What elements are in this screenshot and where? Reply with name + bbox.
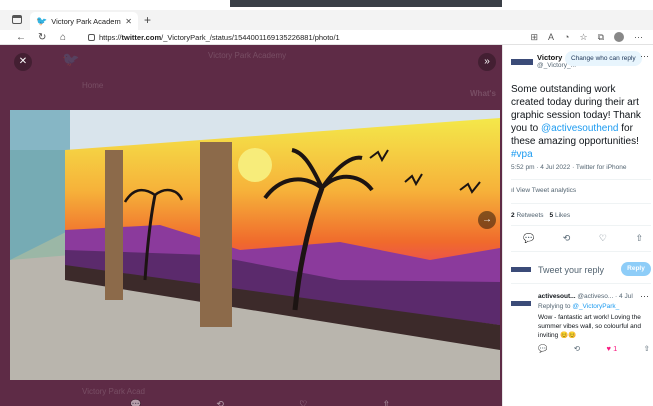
divider xyxy=(511,251,651,252)
collections-icon[interactable]: ⧉ xyxy=(598,30,604,45)
url-text[interactable]: https://twitter.com/_VictoryPark_/status… xyxy=(99,33,340,42)
background-side-heading: What's xyxy=(470,89,496,98)
divider xyxy=(511,179,651,180)
lock-icon[interactable] xyxy=(88,34,95,41)
navigation-bar: ← ↻ ⌂ https://twitter.com/_VictoryPark_/… xyxy=(0,30,653,45)
extensions-icon[interactable]: ◔ xyxy=(564,30,569,45)
background-footer-name: Victory Park Acad xyxy=(82,387,145,396)
likes-stat[interactable]: 5 Likes xyxy=(550,212,571,219)
reply-author-name[interactable]: activesout... xyxy=(538,293,576,300)
divider xyxy=(511,225,651,226)
menu-more-icon[interactable]: ⋯ xyxy=(634,30,643,45)
reply-input[interactable]: Tweet your reply xyxy=(538,265,604,275)
reply-actions: 💬 ⟲ ♥ 1 ⇧ xyxy=(538,344,650,353)
replying-handle-link[interactable]: @_VictoryPark_ xyxy=(572,303,619,310)
heart-filled-icon: ♥ xyxy=(606,344,611,353)
read-aloud-icon[interactable]: A xyxy=(548,30,554,45)
share-icon[interactable]: ⇧ xyxy=(635,233,643,244)
media-viewer: 🐦 Home Victory Park Academy What's Victo… xyxy=(0,45,502,406)
heart-icon[interactable]: ♡ xyxy=(599,233,607,244)
reply-header: activesout... @activeso... · 4 Jul xyxy=(538,293,633,300)
own-avatar xyxy=(511,267,531,272)
reply-retweet-icon[interactable]: ⟲ xyxy=(574,344,580,353)
close-viewer-button[interactable]: ✕ xyxy=(14,53,32,71)
chevrons-right-icon: » xyxy=(484,56,490,67)
next-photo-button[interactable]: → xyxy=(478,211,496,229)
tweet-panel: Victory @_Victory_... Change who can rep… xyxy=(502,45,653,406)
hashtag-link[interactable]: #vpa xyxy=(511,149,533,160)
divider xyxy=(511,203,651,204)
home-icon[interactable]: ⌂ xyxy=(60,30,66,45)
window-frame xyxy=(230,0,502,7)
who-can-reply-tooltip[interactable]: Change who can reply xyxy=(565,51,642,66)
view-analytics-link[interactable]: ıl View Tweet analytics xyxy=(511,187,576,194)
page: 🐦 Victory Park Academy (@_Vict ✕ + ← ↻ ⌂… xyxy=(0,0,653,406)
reply-share-icon[interactable]: ⇧ xyxy=(644,344,650,353)
reply-text: Wow - fantastic art work! Loving the sum… xyxy=(538,314,641,339)
favorite-icon[interactable]: ☆ xyxy=(579,30,587,45)
browser-tab[interactable]: 🐦 Victory Park Academy (@_Vict ✕ xyxy=(30,12,138,30)
tab-title: Victory Park Academy (@_Vict xyxy=(51,16,121,26)
tweet-actions: 💬 ⟲ ♡ ⇧ xyxy=(523,233,643,244)
engagement-stats: 2 Retweets 5 Likes xyxy=(511,212,570,219)
close-icon: ✕ xyxy=(18,56,28,67)
viewer-reply-icon[interactable]: 💬 xyxy=(130,399,141,406)
tab-bar: 🐦 Victory Park Academy (@_Vict ✕ + xyxy=(0,10,653,30)
twitter-bird-icon: 🐦 xyxy=(36,15,48,26)
reply-author-avatar[interactable] xyxy=(511,301,531,306)
arrow-right-icon: → xyxy=(482,214,492,225)
viewer-like-icon[interactable]: ♡ xyxy=(299,399,307,406)
grid-icon[interactable]: ⊞ xyxy=(530,30,538,45)
tab-close-icon[interactable]: ✕ xyxy=(125,17,132,26)
profile-icon[interactable] xyxy=(614,32,624,42)
author-avatar[interactable] xyxy=(511,59,533,65)
divider xyxy=(511,283,651,284)
reply-like-button[interactable]: ♥ 1 xyxy=(607,344,618,353)
viewer-share-icon[interactable]: ⇧ xyxy=(382,399,390,406)
tweet-timestamp[interactable]: 5:52 pm · 4 Jul 2022 · Twitter for iPhon… xyxy=(511,164,627,171)
more-icon[interactable]: ⋯ xyxy=(640,51,649,62)
reply-button[interactable]: Reply xyxy=(621,262,651,276)
tab-actions-icon[interactable] xyxy=(12,15,22,24)
reply-more-icon[interactable]: ⋯ xyxy=(640,291,649,302)
new-tab-button[interactable]: + xyxy=(144,13,151,27)
top-strip xyxy=(0,0,653,10)
background-nav-home: Home xyxy=(82,81,104,90)
replying-to: Replying to @_VictoryPark_ xyxy=(538,303,620,310)
reply-icon[interactable]: 💬 xyxy=(523,233,534,244)
viewer-retweet-icon[interactable]: ⟲ xyxy=(216,399,224,406)
tweet-text: Some outstanding work created today duri… xyxy=(511,84,641,160)
back-arrow-icon[interactable]: ← xyxy=(16,30,26,45)
tweet-photo[interactable] xyxy=(10,110,500,380)
retweets-stat[interactable]: 2 Retweets xyxy=(511,212,544,219)
reply-reply-icon[interactable]: 💬 xyxy=(538,344,547,353)
toolbar-icons: ⊞ A ◔ ☆ ⧉ ⋯ xyxy=(530,30,643,45)
collapse-panel-button[interactable]: » xyxy=(478,53,496,71)
refresh-icon[interactable]: ↻ xyxy=(38,30,46,45)
twitter-logo-icon: 🐦 xyxy=(62,51,80,67)
background-header-title: Victory Park Academy xyxy=(208,51,287,60)
mention-link[interactable]: @activesouthend xyxy=(541,123,618,134)
author-name[interactable]: Victory xyxy=(537,53,562,62)
viewer-action-bar: 💬 ⟲ ♡ ⇧ xyxy=(130,399,390,406)
address-bar[interactable]: https://twitter.com/_VictoryPark_/status… xyxy=(88,31,508,44)
retweet-icon[interactable]: ⟲ xyxy=(563,233,571,244)
